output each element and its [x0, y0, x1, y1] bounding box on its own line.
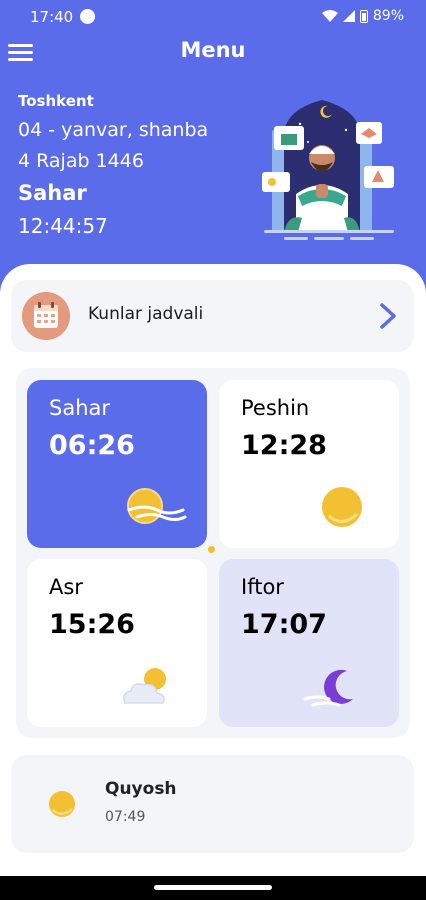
prayer-name: Sahar [49, 396, 111, 420]
header-info: Toshkent 04 - yanvar, shanba 4 Rajab 144… [18, 92, 208, 238]
system-nav-bar [0, 876, 426, 900]
gregorian-date: 04 - yanvar, shanba [18, 119, 209, 141]
sun-icon [322, 487, 362, 527]
sunrise-wind-icon [127, 488, 187, 524]
current-period: Sahar [18, 181, 87, 205]
praying-man-illustration [262, 100, 394, 240]
prayer-card-asr[interactable]: Asr 15:26 [27, 559, 207, 727]
sun-icon [49, 791, 75, 817]
battery-icon [359, 9, 368, 23]
sunrise-card[interactable]: Quyosh 07:49 [11, 755, 414, 853]
calendar-link-button[interactable]: Kunlar jadvali [11, 280, 414, 352]
sun-cloud-icon [123, 668, 166, 704]
prayer-name: Peshin [241, 396, 310, 420]
chevron-right-icon[interactable] [378, 302, 398, 330]
calendar-link-label: Kunlar jadvali [88, 304, 204, 324]
home-gesture-handle[interactable] [154, 885, 272, 890]
battery-level: 89% [372, 8, 404, 24]
prayer-card-sahar[interactable]: Sahar 06:26 [27, 380, 207, 548]
calendar-icon [22, 292, 70, 340]
prayer-time: 12:28 [241, 430, 327, 461]
moon-icon [303, 669, 353, 707]
prayer-name: Iftor [241, 575, 284, 599]
sunrise-time: 07:49 [105, 809, 146, 825]
prayer-time: 15:26 [49, 609, 135, 640]
signal-icon [342, 10, 355, 22]
prayer-card-iftor[interactable]: Iftor 17:07 [219, 559, 399, 727]
prayer-name: Asr [49, 575, 83, 599]
prayer-card-peshin[interactable]: Peshin 12:28 [219, 380, 399, 548]
status-indicators: 89% [321, 8, 404, 24]
sunrise-label: Quyosh [105, 779, 177, 799]
status-bar: 17:40 89% [0, 0, 426, 34]
hijri-date: 4 Rajab 1446 [18, 150, 144, 172]
notification-dot-icon [80, 9, 95, 24]
page-title: Menu [180, 38, 246, 62]
prayer-time: 06:26 [49, 430, 135, 461]
prayer-time: 17:07 [241, 609, 327, 640]
wifi-icon [321, 10, 338, 22]
current-clock: 12:44:57 [18, 214, 108, 238]
grid-center-dot [208, 546, 215, 553]
status-time: 17:40 [30, 8, 74, 26]
city-name: Toshkent [18, 92, 94, 110]
